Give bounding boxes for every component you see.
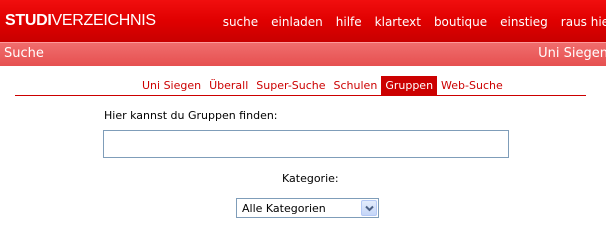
nav-raus-hier[interactable]: raus hier [561,15,606,29]
nav-klartext[interactable]: klartext [375,15,421,29]
top-navigation: suche einladen hilfe klartext boutique e… [223,15,606,29]
site-logo[interactable]: STUDIVERZEICHNIS [5,12,156,30]
nav-einstieg[interactable]: einstieg [500,15,548,29]
top-header: STUDIVERZEICHNIS suche einladen hilfe kl… [0,0,606,42]
group-search-input[interactable] [103,130,509,158]
university-name: Uni Siegen [538,46,606,61]
tab-gruppen[interactable]: Gruppen [381,76,438,95]
category-label: Kategorie: [282,172,339,185]
nav-suche[interactable]: suche [223,15,258,29]
tab-web-suche[interactable]: Web-Suche [437,76,507,95]
nav-einladen[interactable]: einladen [271,15,323,29]
nav-boutique[interactable]: boutique [434,15,487,29]
logo-part-thin: VERZEICHNIS [51,12,157,29]
category-select[interactable]: Alle Kategorien [236,198,379,218]
group-search-label: Hier kannst du Gruppen finden: [104,109,278,122]
category-selected-value: Alle Kategorien [242,202,326,215]
dropdown-arrow-button[interactable] [361,200,377,216]
tab-divider [15,95,586,96]
nav-hilfe[interactable]: hilfe [336,15,362,29]
tab-super-suche[interactable]: Super-Suche [252,76,329,95]
chevron-down-icon [365,205,374,212]
page-title: Suche [4,46,44,61]
tab-uni-siegen[interactable]: Uni Siegen [138,76,205,95]
tab-schulen[interactable]: Schulen [330,76,382,95]
tab-ueberall[interactable]: Überall [205,76,252,95]
sub-header: Suche Uni Siegen [0,42,606,66]
logo-part-bold: STUDI [5,12,52,29]
search-tabs: Uni Siegen Überall Super-Suche Schulen G… [138,76,507,95]
